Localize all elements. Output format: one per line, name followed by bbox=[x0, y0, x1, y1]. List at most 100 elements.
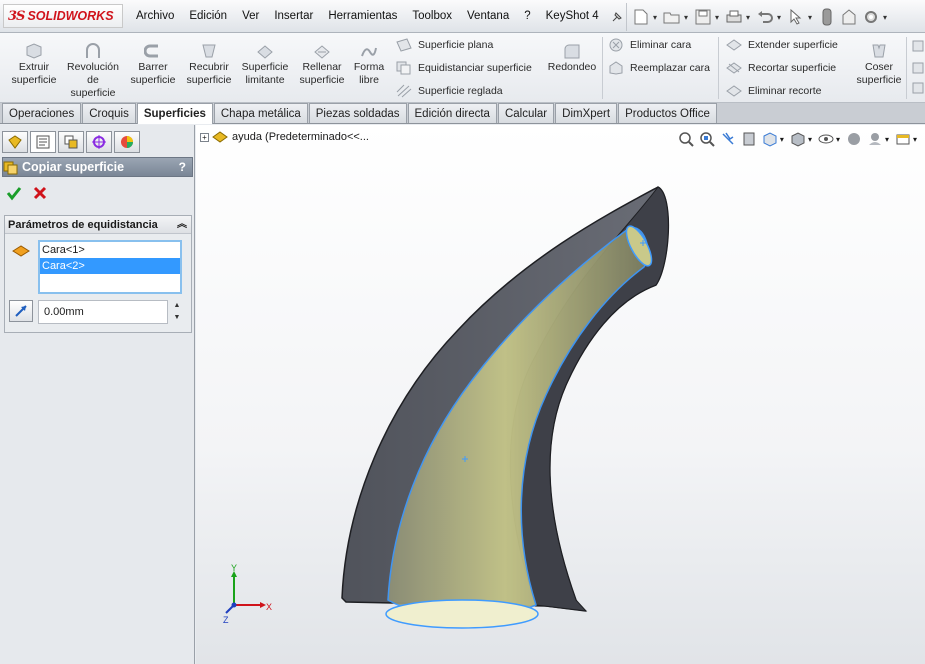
reverse-direction-button[interactable] bbox=[9, 300, 33, 322]
offset-surface-button[interactable]: Equidistanciar superficie bbox=[396, 61, 532, 75]
tab-calcular[interactable]: Calcular bbox=[497, 103, 555, 123]
ok-check-icon[interactable] bbox=[6, 185, 22, 201]
save-icon[interactable] bbox=[693, 6, 713, 28]
traffic-light-icon[interactable] bbox=[817, 6, 837, 28]
chevron-down-icon[interactable]: ▾ bbox=[746, 13, 753, 22]
group-header[interactable]: Parámetros de equidistancia ︽ bbox=[5, 216, 191, 234]
group-title: Parámetros de equidistancia bbox=[8, 219, 158, 231]
face-item-selected[interactable]: Cara<2> bbox=[40, 258, 180, 274]
tab-superficies[interactable]: Superficies bbox=[136, 103, 213, 124]
ok-cancel-bar bbox=[6, 185, 48, 201]
chevron-down-icon[interactable]: ▾ bbox=[777, 13, 784, 22]
tab-chapa-metalica[interactable]: Chapa metálica bbox=[213, 103, 308, 123]
delete-face-icon bbox=[609, 38, 623, 52]
fill-surface-button[interactable]: Rellenar superficie bbox=[294, 37, 350, 87]
reverse-direction-icon bbox=[15, 305, 27, 317]
replace-face-button[interactable]: Reemplazar cara bbox=[608, 61, 710, 75]
extend-surface-button[interactable]: Extender superficie bbox=[726, 38, 838, 52]
menu-edicion[interactable]: Edición bbox=[189, 10, 227, 24]
offset-distance-input[interactable]: 0.00mm bbox=[38, 300, 168, 324]
loft-surface-button[interactable]: Recubrir superficie bbox=[182, 37, 236, 87]
faces-selection-box[interactable]: Cara<1> Cara<2> bbox=[38, 240, 182, 294]
revolve-surface-icon bbox=[86, 43, 100, 58]
sweep-surface-button[interactable]: Barrer superficie bbox=[126, 37, 180, 87]
select-cursor-icon[interactable] bbox=[786, 6, 806, 28]
options-gear-icon[interactable] bbox=[861, 6, 881, 28]
graphics-area[interactable]: + ayuda (Predeterminado<<... ▾ ▾ ▾ ▾ ▾ Y… bbox=[196, 125, 925, 664]
ruled-surface-button[interactable]: Superficie reglada bbox=[396, 84, 503, 98]
freeform-button[interactable]: Forma libre bbox=[352, 37, 386, 87]
tab-dimxpert[interactable]: DimXpert bbox=[555, 103, 618, 123]
help-button[interactable]: ? bbox=[179, 160, 186, 174]
chevron-down-icon[interactable]: ▾ bbox=[715, 13, 722, 22]
tab-croquis[interactable]: Croquis bbox=[82, 103, 136, 123]
sweep-surface-icon bbox=[144, 44, 158, 58]
fillet-icon bbox=[564, 44, 580, 59]
solidworks-logo[interactable]: 3S SOLIDWORKS bbox=[3, 4, 123, 28]
display-manager-tab[interactable] bbox=[114, 131, 140, 153]
tab-operaciones[interactable]: Operaciones bbox=[2, 103, 82, 123]
trim-surface-button[interactable]: Recortar superficie bbox=[726, 61, 836, 75]
tab-edicion-directa[interactable]: Edición directa bbox=[407, 103, 497, 123]
bottom-face[interactable] bbox=[385, 599, 539, 629]
menu-ver[interactable]: Ver bbox=[242, 10, 259, 24]
menu-keyshot[interactable]: KeyShot 4 bbox=[546, 10, 599, 24]
menu-archivo[interactable]: Archivo bbox=[136, 10, 174, 24]
feature-manager-tab[interactable] bbox=[2, 131, 28, 153]
extend-surface-icon bbox=[726, 39, 742, 51]
chevron-down-icon[interactable]: ▾ bbox=[684, 13, 691, 22]
face-item[interactable]: Cara<1> bbox=[40, 242, 180, 258]
command-manager: Extruir superficie Revolución de superfi… bbox=[0, 33, 925, 103]
delete-face-button[interactable]: Eliminar cara bbox=[608, 38, 691, 52]
extrude-surface-icon bbox=[26, 43, 42, 59]
trim-surface-icon bbox=[726, 62, 742, 74]
fillet-button[interactable]: Redondeo bbox=[544, 37, 600, 74]
triad-y-label: Y bbox=[231, 563, 237, 573]
chevron-down-icon[interactable]: ▾ bbox=[808, 13, 815, 22]
fill-surface-icon bbox=[314, 45, 330, 59]
cancel-x-icon[interactable] bbox=[32, 185, 48, 201]
offset-parameters-group: Parámetros de equidistancia ︽ Cara<1> Ca… bbox=[4, 215, 192, 333]
more-tools-icon[interactable] bbox=[912, 39, 924, 95]
boundary-surface-button[interactable]: Superficie limitante bbox=[238, 37, 292, 87]
distance-spinner[interactable]: ▲ ▼ bbox=[171, 300, 183, 324]
boundary-surface-icon bbox=[257, 45, 273, 59]
copy-surface-icon bbox=[3, 161, 18, 175]
dimxpert-manager-tab[interactable] bbox=[86, 131, 112, 153]
ribbon-separator bbox=[602, 37, 603, 99]
freeform-icon bbox=[361, 47, 377, 57]
coordinate-triad: Y X Z bbox=[223, 563, 272, 625]
revolve-surface-button[interactable]: Revolución de superficie bbox=[64, 37, 122, 100]
tab-productos-office[interactable]: Productos Office bbox=[618, 103, 717, 123]
knit-surface-icon bbox=[872, 44, 886, 58]
untrim-surface-button[interactable]: Eliminar recorte bbox=[726, 84, 822, 98]
open-folder-icon[interactable] bbox=[662, 6, 682, 28]
print-icon[interactable] bbox=[724, 6, 744, 28]
menu-ventana[interactable]: Ventana bbox=[467, 10, 509, 24]
ruled-surface-icon bbox=[396, 84, 412, 98]
triad-z-label: Z bbox=[223, 615, 229, 625]
pin-icon[interactable] bbox=[610, 10, 624, 24]
planar-surface-icon bbox=[396, 38, 412, 52]
configuration-manager-tab[interactable] bbox=[58, 131, 84, 153]
planar-surface-button[interactable]: Superficie plana bbox=[396, 38, 493, 52]
knit-surface-button[interactable]: Coser superficie bbox=[852, 37, 906, 87]
menu-insertar[interactable]: Insertar bbox=[274, 10, 313, 24]
property-manager-tab[interactable] bbox=[30, 131, 56, 153]
chevron-down-icon[interactable]: ▾ bbox=[653, 13, 660, 22]
menu-help[interactable]: ? bbox=[524, 10, 530, 24]
model-view[interactable]: Y X Z bbox=[196, 125, 925, 664]
collapse-icon[interactable]: ︽ bbox=[177, 216, 187, 234]
triad-x-label: X bbox=[266, 602, 272, 612]
menu-herramientas[interactable]: Herramientas bbox=[328, 10, 397, 24]
new-document-icon[interactable] bbox=[631, 6, 651, 28]
undo-icon[interactable] bbox=[755, 6, 775, 28]
manager-tabs bbox=[2, 131, 140, 153]
untrim-surface-icon bbox=[726, 85, 742, 97]
tab-piezas-soldadas[interactable]: Piezas soldadas bbox=[308, 103, 407, 123]
standard-toolbar: ▾ ▾ ▾ ▾ ▾ ▾ ▾ bbox=[626, 3, 890, 31]
file-properties-icon[interactable] bbox=[839, 6, 859, 28]
extrude-surface-button[interactable]: Extruir superficie bbox=[6, 37, 62, 87]
menu-toolbox[interactable]: Toolbox bbox=[412, 10, 452, 24]
chevron-down-icon[interactable]: ▾ bbox=[883, 13, 890, 22]
